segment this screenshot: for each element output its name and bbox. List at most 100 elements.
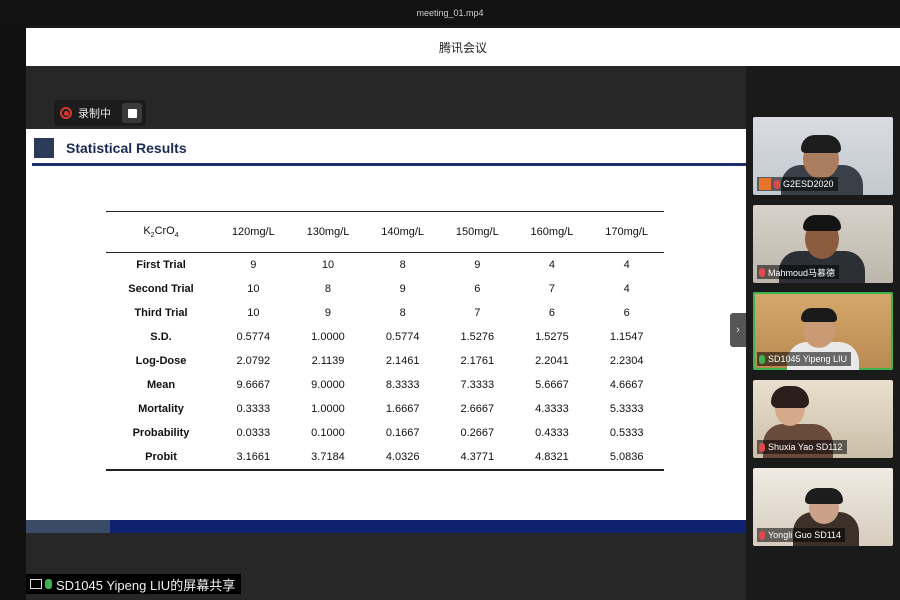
table-header-cell: 140mg/L: [365, 211, 440, 253]
table-cell: 4.3771: [460, 451, 495, 463]
participant-hair: [805, 488, 843, 504]
app-title: 腾讯会议: [438, 40, 487, 55]
table-cell: 1.0000: [311, 403, 345, 415]
table-header-cell: 150mg/L: [439, 211, 515, 253]
participant-name: SD1045 Yipeng LIU: [768, 354, 848, 364]
table-cell: 1.5275: [535, 331, 569, 343]
mic-active-icon: [45, 579, 52, 589]
table-cell: 4.3333: [535, 403, 569, 415]
statistics-table: K2CrO4 120mg/L 130mg/L 140mg/L 150mg/L 1…: [106, 211, 664, 471]
user-icon: [759, 178, 771, 190]
participant-hair: [803, 215, 841, 231]
table-row: S.D. 0.5774 1.0000 0.5774 1.5276 1.5275 1.1547: [106, 325, 664, 349]
participant-tile[interactable]: G2ESD2020: [753, 117, 893, 195]
table-cell: 7.3333: [460, 379, 495, 391]
left-strip: [0, 26, 26, 600]
table-cell: 0.1667: [385, 427, 420, 439]
table-cell: 4: [548, 259, 556, 271]
table-cell: 6: [548, 307, 556, 319]
screen-share-label: SD1045 Yipeng LIU的屏幕共享: [26, 574, 242, 594]
table-cell: 2.1461: [385, 355, 420, 367]
participant-tile[interactable]: Shuxia Yao SD112: [753, 380, 893, 458]
mic-muted-icon: [759, 267, 765, 277]
row-label: First Trial: [136, 259, 186, 271]
slide-title-rule: [32, 163, 746, 166]
table-cell: 9: [250, 259, 257, 271]
table-cell: 2.1139: [311, 355, 345, 367]
table-cell: 4.0326: [385, 451, 420, 463]
row-label: Mean: [146, 379, 176, 391]
table-header-cell: 170mg/L: [589, 211, 664, 253]
window-filename: meeting_01.mp4: [416, 8, 484, 18]
table-cell: 5.6667: [535, 379, 569, 391]
participant-name-tag: SD1045 Yipeng LIU: [757, 352, 852, 366]
table-cell: 9.0000: [311, 379, 345, 391]
collapse-panel-button[interactable]: ›: [730, 313, 746, 347]
table-cell: 1.5276: [460, 331, 495, 343]
table-cell: 8: [399, 259, 406, 271]
table-cell: 10: [321, 259, 335, 271]
table-cell: 0.5774: [385, 331, 420, 343]
participant-name-tag: Shuxia Yao SD112: [757, 440, 847, 454]
table-row: Log-Dose 2.0792 2.1139 2.1461 2.1761 2.2041 2.…: [106, 349, 664, 373]
row-label: Probit: [145, 451, 177, 463]
participant-name-tag: Yongli Guo SD114: [757, 528, 846, 542]
row-label: Probability: [132, 427, 190, 439]
table-cell: 5.3333: [609, 403, 644, 415]
table-header-compound: K2CrO4: [106, 211, 216, 253]
table-row: Mean 9.6667 9.0000 8.3333 7.3333 5.6667 4.6667: [106, 373, 664, 397]
table-row: Third Trial 10 9 8 7 6 6: [106, 301, 664, 325]
table-cell: 0.5774: [236, 331, 271, 343]
stop-recording-button[interactable]: [122, 103, 142, 123]
window-titlebar: meeting_01.mp4: [0, 0, 900, 26]
table-cell: 1.0000: [311, 331, 345, 343]
table-cell: 9.6667: [236, 379, 271, 391]
table-cell: 4.8321: [535, 451, 569, 463]
participant-hair: [801, 308, 837, 322]
participant-hair: [771, 386, 809, 408]
table-cell: 0.3333: [236, 403, 271, 415]
table-cell: 2.2304: [609, 355, 644, 367]
table-cell: 2.1761: [460, 355, 495, 367]
table-cell: 7: [474, 307, 481, 319]
row-label: S.D.: [150, 331, 172, 343]
participant-name: Shuxia Yao SD112: [768, 442, 843, 452]
slide-title-marker: [34, 138, 54, 158]
mic-muted-icon: [759, 530, 765, 540]
table-cell: 2.2041: [535, 355, 569, 367]
table-row: Probability 0.0333 0.1000 0.1667 0.2667 0.433…: [106, 421, 664, 445]
table-header-row: K2CrO4 120mg/L 130mg/L 140mg/L 150mg/L 1…: [106, 211, 664, 253]
participant-tile[interactable]: Mahmoud马慕德: [753, 205, 893, 283]
row-label: Second Trial: [128, 283, 194, 295]
table-cell: 0.2667: [460, 427, 495, 439]
table-row: Second Trial 10 8 9 6 7 4: [106, 277, 664, 301]
table-cell: 4.6667: [609, 379, 644, 391]
table-row: Probit 3.1661 3.7184 4.0326 4.3771 4.8321 5.08…: [106, 445, 664, 470]
table-cell: 2.6667: [460, 403, 495, 415]
participant-hair: [801, 135, 841, 153]
table-cell: 9: [399, 283, 406, 295]
table-cell: 0.0333: [236, 427, 271, 439]
screen-share-text: SD1045 Yipeng LIU的屏幕共享: [56, 577, 236, 593]
participant-name: G2ESD2020: [783, 179, 834, 189]
table-cell: 4: [623, 259, 630, 271]
participant-tile-active[interactable]: SD1045 Yipeng LIU: [753, 292, 893, 370]
participant-name-tag: G2ESD2020: [757, 177, 838, 191]
participant-name-tag: Mahmoud马慕德: [757, 265, 840, 279]
row-label: Log-Dose: [135, 355, 187, 367]
table-cell: 1.1547: [609, 331, 644, 343]
table-cell: 10: [247, 283, 260, 295]
recording-badge: 录制中: [54, 100, 146, 126]
row-label: Third Trial: [134, 307, 188, 319]
table-cell: 10: [247, 307, 260, 319]
table-cell: 0.4333: [535, 427, 569, 439]
table-cell: 3.1661: [236, 451, 271, 463]
table-header-cell: 120mg/L: [216, 211, 291, 253]
table-cell: 8: [324, 283, 332, 295]
participant-tile[interactable]: Yongli Guo SD114: [753, 468, 893, 546]
slide-title: Statistical Results: [66, 140, 187, 156]
row-label: Mortality: [138, 403, 184, 415]
slide-footer-bar-gray: [26, 520, 110, 533]
participant-name: Mahmoud马慕德: [768, 267, 836, 278]
record-icon: [60, 107, 72, 119]
